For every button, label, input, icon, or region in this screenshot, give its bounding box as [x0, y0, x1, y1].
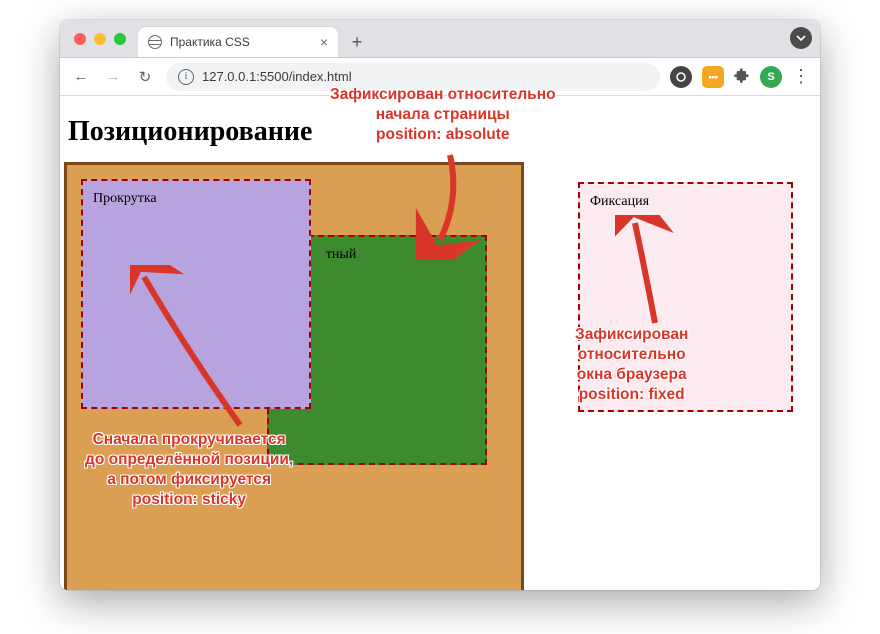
- toolbar: ← → ↻ i 127.0.0.1:5500/index.html S ⋮: [60, 58, 820, 96]
- back-button[interactable]: ←: [70, 68, 92, 85]
- titlebar: Практика CSS × +: [60, 20, 820, 58]
- globe-icon: [148, 35, 162, 49]
- sticky-box: Прокрутка: [81, 179, 311, 409]
- profile-avatar[interactable]: S: [760, 66, 782, 88]
- extension-icon[interactable]: [670, 66, 692, 88]
- absolute-box-label: тный: [326, 247, 357, 262]
- minimize-window-button[interactable]: [94, 33, 106, 45]
- extensions-menu-icon[interactable]: [734, 67, 750, 87]
- forward-button[interactable]: →: [102, 68, 124, 85]
- sticky-box-label: Прокрутка: [93, 191, 157, 206]
- demo-container: Абсолютный Прокрутка: [64, 162, 524, 590]
- address-bar[interactable]: i 127.0.0.1:5500/index.html: [166, 63, 660, 91]
- new-tab-button[interactable]: +: [344, 29, 370, 55]
- window-controls: [68, 33, 132, 57]
- extension-icon[interactable]: [702, 66, 724, 88]
- browser-menu-button[interactable]: ⋮: [792, 66, 810, 87]
- reload-button[interactable]: ↻: [134, 68, 156, 86]
- address-text: 127.0.0.1:5500/index.html: [202, 69, 352, 84]
- close-window-button[interactable]: [74, 33, 86, 45]
- browser-tab[interactable]: Практика CSS ×: [138, 27, 338, 57]
- fixed-box: Фиксация: [578, 182, 793, 412]
- page-heading: Позиционирование: [68, 116, 816, 148]
- chevron-down-icon[interactable]: [790, 27, 812, 49]
- fixed-box-label: Фиксация: [590, 194, 649, 209]
- tab-title: Практика CSS: [170, 35, 250, 49]
- site-info-icon[interactable]: i: [178, 69, 194, 85]
- close-tab-button[interactable]: ×: [320, 35, 328, 49]
- maximize-window-button[interactable]: [114, 33, 126, 45]
- extensions: S ⋮: [670, 66, 810, 88]
